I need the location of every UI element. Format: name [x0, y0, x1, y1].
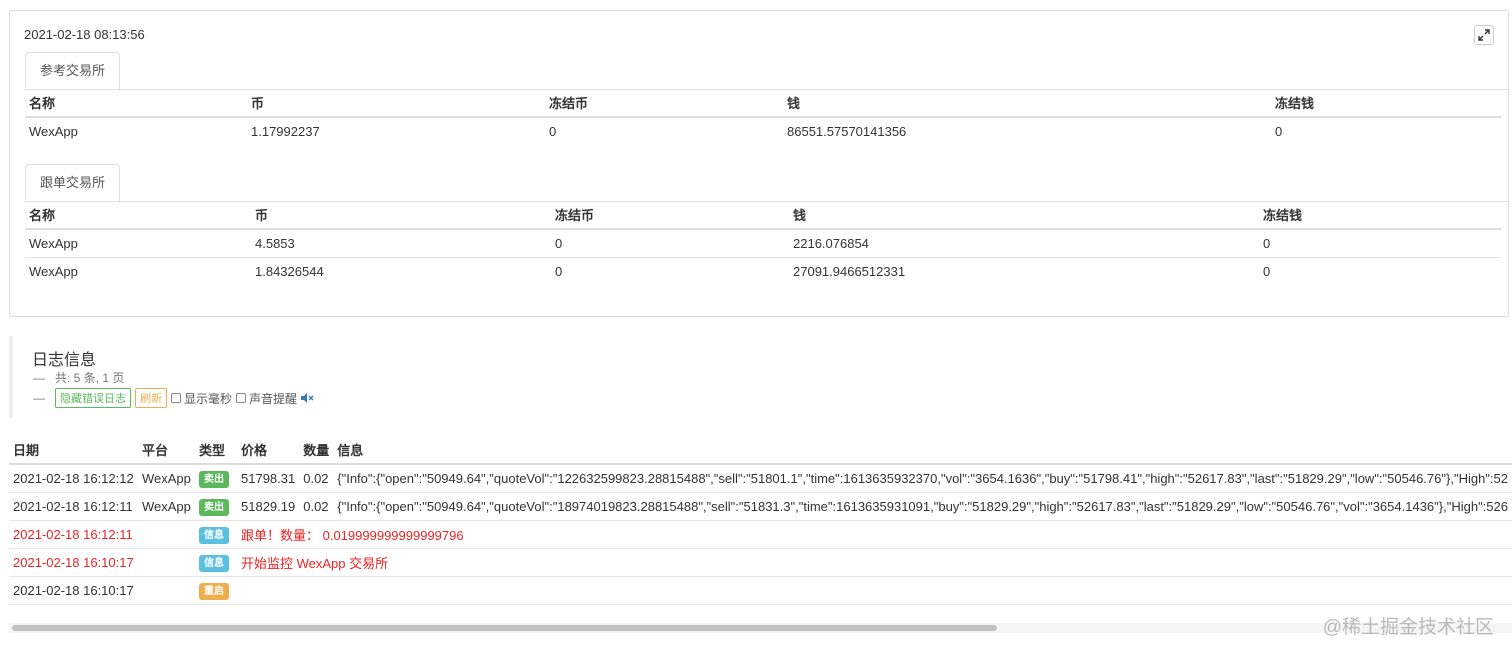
cell-name: WexApp	[25, 229, 251, 258]
cell-name: WexApp	[29, 264, 78, 279]
hide-error-log-button[interactable]: 隐藏错误日志	[55, 388, 131, 408]
log-date: 2021-02-18 16:10:17	[9, 576, 138, 605]
log-platform: WexApp	[138, 464, 195, 493]
column-header: 数量	[299, 435, 334, 465]
cell-frozen-money: 0	[1259, 229, 1501, 258]
log-controls: — 隐藏错误日志 刷新 显示毫秒 声音提醒	[33, 388, 314, 408]
cell-frozen-coin: 0	[551, 229, 789, 258]
column-header: 名称	[25, 89, 247, 118]
expand-icon	[1478, 29, 1490, 41]
sound-alert-checkbox[interactable]: 声音提醒	[236, 390, 297, 407]
checkbox-box[interactable]	[171, 393, 181, 403]
log-platform	[138, 576, 195, 605]
log-row: 2021-02-18 16:12:11 WexApp 卖出 51829.19 0…	[9, 492, 1512, 521]
cell-frozen-coin: 0	[555, 264, 563, 279]
log-row: 2021-02-18 16:10:17 重启	[9, 576, 1512, 605]
column-header: 类型	[195, 435, 237, 465]
log-table: 日期 平台 类型 价格 数量 信息 2021-02-18 16:12:12 We…	[9, 435, 1512, 605]
watermark: @稀土掘金技术社区	[1322, 617, 1494, 638]
dash: —	[33, 391, 45, 405]
cell-name: WexApp	[29, 124, 78, 139]
column-header: 日期	[9, 435, 138, 465]
column-header: 冻结钱	[1259, 201, 1501, 230]
cell-money: 86551.57570141356	[787, 124, 907, 139]
checkbox-box[interactable]	[236, 393, 247, 403]
tab-follow-exchange[interactable]: 跟单交易所	[25, 164, 121, 201]
type-badge: 卖出	[199, 498, 229, 516]
log-info	[237, 576, 1512, 605]
log-info: 跟单！数量： 0.019999999999999796	[237, 520, 1512, 549]
show-milliseconds-checkbox[interactable]: 显示毫秒	[171, 390, 232, 407]
cell-money: 27091.9466512331	[793, 264, 906, 279]
reference-exchange-table: 名称 币 冻结币 钱 冻结钱 WexApp 1.17992237 0 86551…	[25, 89, 1501, 145]
log-info: {"Info":{"open":"50949.64","quoteVol":"1…	[333, 464, 1512, 493]
log-platform: WexApp	[138, 492, 195, 521]
cell-frozen-money: 0	[1263, 264, 1271, 279]
log-date: 2021-02-18 16:12:11	[9, 492, 138, 521]
cell-coin: 1.84326544	[255, 264, 324, 279]
log-amount: 0.02	[299, 464, 334, 493]
log-header: 日志信息 — 共: 5 条, 1 页 — 隐藏错误日志 刷新 显示毫秒 声音提醒	[9, 336, 413, 418]
log-type: 信息	[195, 520, 237, 549]
log-date: 2021-02-18 16:10:17	[9, 548, 138, 577]
log-type: 信息	[195, 548, 237, 577]
log-title: 日志信息	[32, 352, 97, 369]
tab-reference-exchange[interactable]: 参考交易所	[25, 52, 121, 89]
log-date: 2021-02-18 16:12:11	[9, 520, 138, 549]
column-header: 钱	[789, 201, 1259, 230]
log-price: 51798.31	[237, 464, 300, 493]
column-header: 币	[247, 89, 545, 118]
log-info: 开始监控 WexApp 交易所	[237, 548, 1512, 577]
cell-frozen-money: 0	[1275, 124, 1283, 139]
table-row: WexApp 1.84326544 0 27091.9466512331 0	[25, 258, 1501, 286]
log-row: 2021-02-18 16:12:11 信息 跟单！数量： 0.01999999…	[9, 520, 1512, 549]
log-row: 2021-02-18 16:12:12 WexApp 卖出 51798.31 0…	[9, 464, 1512, 493]
column-header: 冻结币	[551, 201, 789, 230]
horizontal-scrollbar[interactable]	[9, 623, 1512, 633]
log-price: 51829.19	[237, 492, 300, 521]
column-header: 钱	[783, 89, 1271, 118]
log-count: 共: 5 条, 1 页	[55, 371, 125, 385]
log-info: {"Info":{"open":"50949.64","quoteVol":"1…	[333, 492, 1512, 521]
type-badge: 卖出	[199, 470, 229, 488]
cell-frozen-coin: 0	[549, 124, 557, 139]
log-row: 2021-02-18 16:10:17 信息 开始监控 WexApp 交易所	[9, 548, 1512, 577]
follow-exchange-table: 名称 币 冻结币 钱 冻结钱 WexApp 4.5853 0 2216.0768…	[25, 201, 1501, 285]
log-type: 卖出	[195, 464, 237, 493]
type-badge: 信息	[199, 526, 229, 544]
refresh-button[interactable]: 刷新	[135, 388, 167, 408]
cell-money: 2216.076854	[789, 229, 1259, 258]
speaker-muted-icon[interactable]	[301, 393, 314, 403]
column-header: 名称	[25, 201, 251, 230]
cell-coin: 4.5853	[251, 229, 551, 258]
scrollbar-thumb[interactable]	[12, 625, 997, 631]
log-summary: — 共: 5 条, 1 页	[33, 369, 124, 386]
column-header: 平台	[138, 435, 195, 465]
column-header: 价格	[237, 435, 300, 465]
column-header: 冻结币	[545, 89, 783, 118]
column-header: 冻结钱	[1271, 89, 1501, 118]
status-panel: 2021-02-18 08:13:56 参考交易所 名称 币 冻结币 钱 冻结钱…	[9, 10, 1509, 317]
log-date: 2021-02-18 16:12:12	[9, 464, 138, 493]
status-timestamp: 2021-02-18 08:13:56	[24, 27, 145, 42]
table-row: WexApp 1.17992237 0 86551.57570141356 0	[25, 117, 1501, 145]
checkbox-label: 声音提醒	[249, 391, 298, 406]
log-platform	[138, 548, 195, 577]
log-platform	[138, 520, 195, 549]
type-badge: 重启	[199, 582, 229, 600]
expand-button[interactable]	[1474, 25, 1494, 45]
log-amount: 0.02	[299, 492, 334, 521]
column-header: 币	[251, 201, 551, 230]
type-badge: 信息	[199, 554, 229, 572]
cell-coin: 1.17992237	[251, 124, 320, 139]
log-type: 重启	[195, 576, 237, 605]
checkbox-label: 显示毫秒	[184, 391, 233, 406]
column-header: 信息	[333, 435, 1512, 465]
table-row: WexApp 4.5853 0 2216.076854 0	[25, 229, 1501, 258]
dash: —	[33, 371, 45, 385]
log-type: 卖出	[195, 492, 237, 521]
